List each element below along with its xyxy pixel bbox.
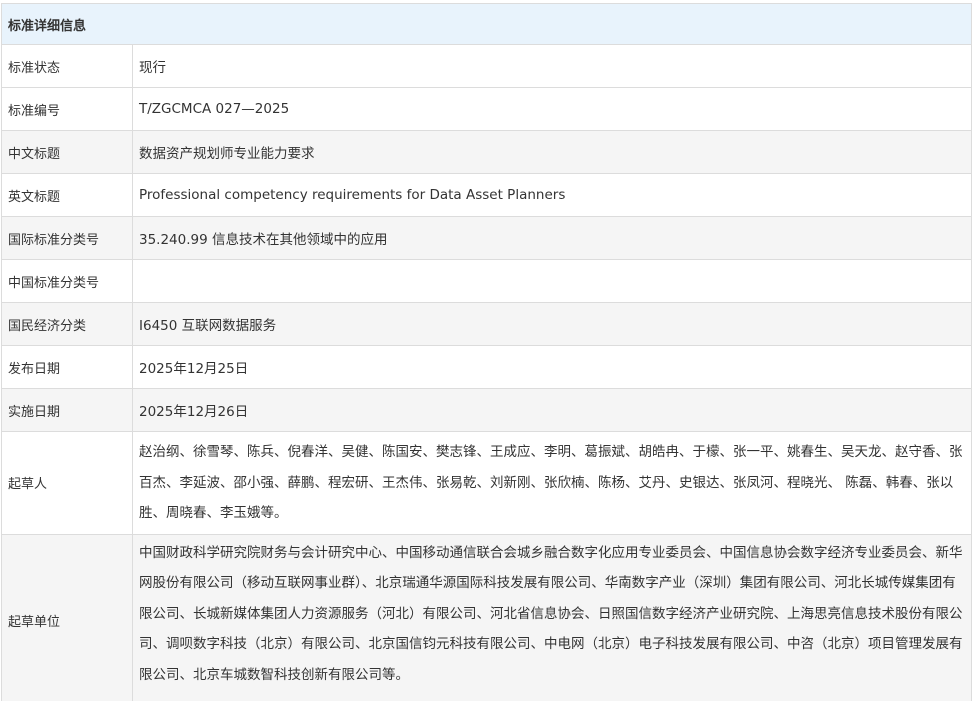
row-drafters: 起草人 赵治纲、徐雪琴、陈兵、倪春洋、吴健、陈国安、樊志锋、王成应、李明、葛振斌… — [1, 431, 972, 535]
value-drafters: 赵治纲、徐雪琴、陈兵、倪春洋、吴健、陈国安、樊志锋、王成应、李明、葛振斌、胡皓冉… — [132, 431, 972, 535]
label-drafting-units: 起草单位 — [1, 533, 133, 701]
row-ccs-code: 中国标准分类号 — [1, 259, 972, 303]
label-standard-number: 标准编号 — [1, 87, 133, 131]
value-ics-code: 35.240.99 信息技术在其他领域中的应用 — [132, 216, 972, 260]
standard-detail-page: 标准详细信息 标准状态 现行 标准编号 T/ZGCMCA 027—2025 中文… — [0, 0, 976, 701]
table-title: 标准详细信息 — [1, 3, 972, 45]
value-standard-status: 现行 — [132, 44, 972, 88]
row-drafting-units: 起草单位 中国财政科学研究院财务与会计研究中心、中国移动通信联合会城乡融合数字化… — [1, 533, 972, 701]
row-standard-number: 标准编号 T/ZGCMCA 027—2025 — [1, 87, 972, 131]
label-ics-code: 国际标准分类号 — [1, 216, 133, 260]
value-english-title: Professional competency requirements for… — [132, 173, 972, 217]
label-standard-status: 标准状态 — [1, 44, 133, 88]
row-ics-code: 国际标准分类号 35.240.99 信息技术在其他领域中的应用 — [1, 216, 972, 260]
label-english-title: 英文标题 — [1, 173, 133, 217]
value-economic-classification: I6450 互联网数据服务 — [132, 302, 972, 346]
label-chinese-title: 中文标题 — [1, 130, 133, 174]
label-effective-date: 实施日期 — [1, 388, 133, 432]
label-release-date: 发布日期 — [1, 345, 133, 389]
table-header-row: 标准详细信息 — [1, 3, 972, 45]
label-ccs-code: 中国标准分类号 — [1, 259, 133, 303]
value-chinese-title: 数据资产规划师专业能力要求 — [132, 130, 972, 174]
row-economic-classification: 国民经济分类 I6450 互联网数据服务 — [1, 302, 972, 346]
label-economic-classification: 国民经济分类 — [1, 302, 133, 346]
row-effective-date: 实施日期 2025年12月26日 — [1, 388, 972, 432]
row-english-title: 英文标题 Professional competency requirement… — [1, 173, 972, 217]
value-standard-number: T/ZGCMCA 027—2025 — [132, 87, 972, 131]
label-drafters: 起草人 — [1, 431, 133, 535]
value-ccs-code — [132, 259, 972, 303]
value-release-date: 2025年12月25日 — [132, 345, 972, 389]
value-effective-date: 2025年12月26日 — [132, 388, 972, 432]
row-chinese-title: 中文标题 数据资产规划师专业能力要求 — [1, 130, 972, 174]
row-standard-status: 标准状态 现行 — [1, 44, 972, 88]
row-release-date: 发布日期 2025年12月25日 — [1, 345, 972, 389]
standard-detail-table: 标准详细信息 标准状态 现行 标准编号 T/ZGCMCA 027—2025 中文… — [1, 3, 972, 701]
value-drafting-units: 中国财政科学研究院财务与会计研究中心、中国移动通信联合会城乡融合数字化应用专业委… — [132, 533, 972, 701]
